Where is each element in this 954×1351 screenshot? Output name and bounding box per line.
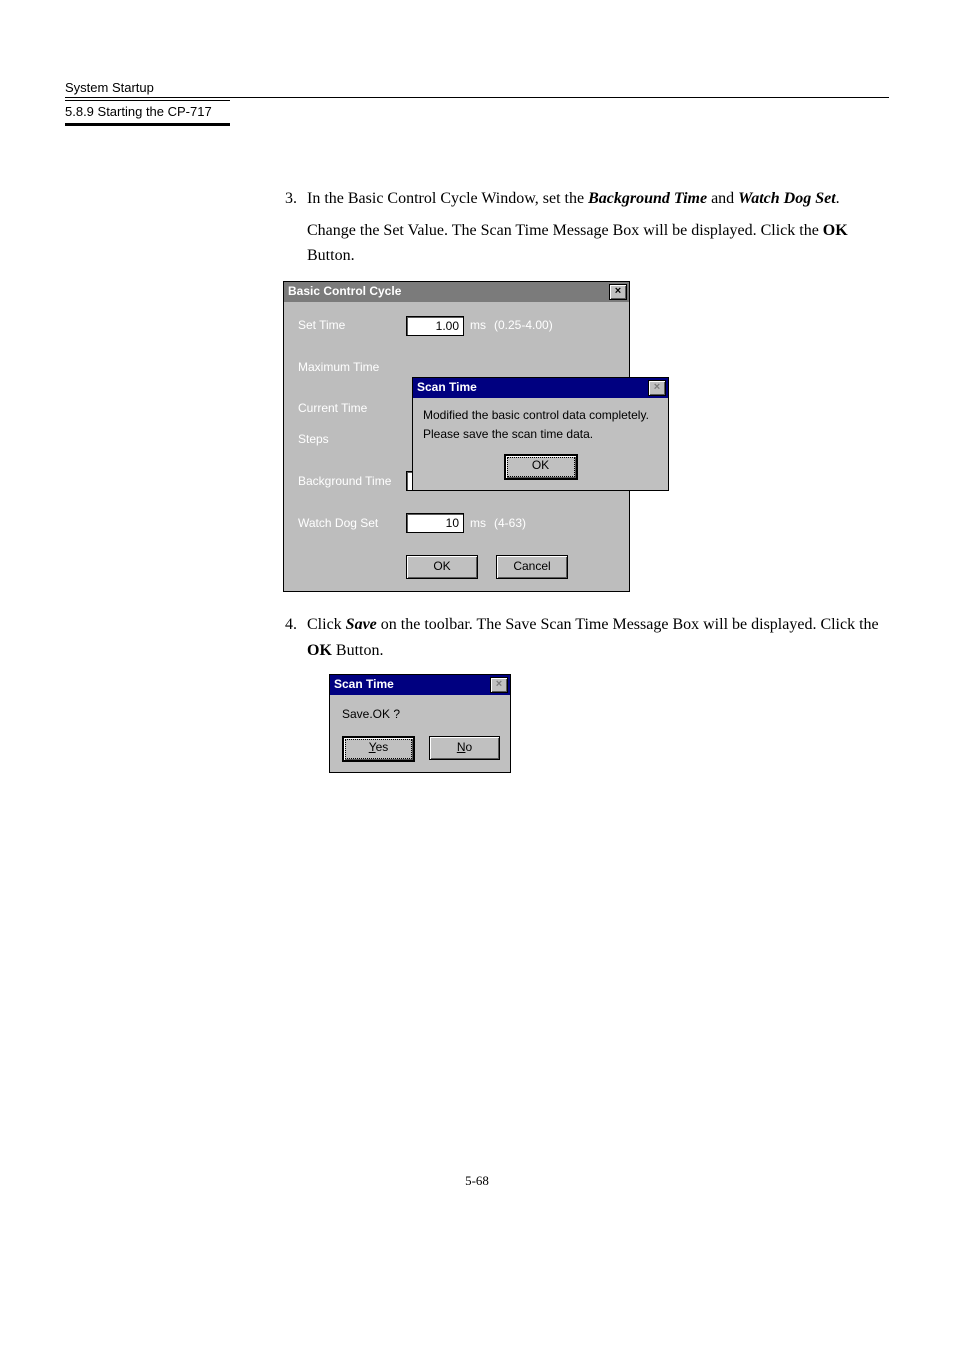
msg1-body: Modified the basic control data complete… [413,398,668,490]
unit-set-time: ms [470,316,486,335]
ok-button[interactable]: OK [504,454,578,480]
page: System Startup 5.8.9 Starting the CP-717… [0,0,954,1229]
close-icon[interactable]: × [490,677,508,693]
range-wd-set: (4-63) [494,514,526,533]
msg1-text1: Modified the basic control data complete… [423,406,658,425]
step-4-number: 4. [285,612,307,772]
no-button[interactable]: No [429,736,500,760]
step-4-body: Click Save on the toolbar. The Save Scan… [307,612,885,772]
label-bg-time: Background Time [298,472,406,491]
row-set-time: Set Time 1.00 ms (0.25-4.00) [298,316,617,336]
ok-button[interactable]: OK [406,555,478,579]
msg1-titlebar[interactable]: Scan Time × [413,378,668,398]
dlg2-body: Save.OK ? Yes No [330,695,510,772]
content: 3. In the Basic Control Cycle Window, se… [285,186,885,773]
close-icon[interactable]: × [648,380,666,396]
input-set-time[interactable]: 1.00 [406,316,464,336]
header-section: 5.8.9 Starting the CP-717 [65,100,230,126]
dlg2-text: Save.OK ? [342,705,500,724]
msg1-text2: Please save the scan time data. [423,425,658,444]
header-rule: 5.8.9 Starting the CP-717 [65,97,889,126]
dlg2-title: Scan Time [334,675,394,694]
dlg2-titlebar[interactable]: Scan Time × [330,675,510,695]
label-steps: Steps [298,430,406,449]
cancel-button[interactable]: Cancel [496,555,568,579]
label-set-time: Set Time [298,316,406,335]
input-wd-set[interactable]: 10 [406,513,464,533]
label-wd-set: Watch Dog Set [298,514,406,533]
yes-button[interactable]: Yes [342,736,415,762]
step-3-number: 3. [285,186,307,269]
step-3-body: In the Basic Control Cycle Window, set t… [307,186,885,269]
dlg2-button-row: Yes No [342,736,500,762]
label-current-time: Current Time [298,399,406,418]
dlg1-titlebar[interactable]: Basic Control Cycle × [284,282,629,302]
save-scan-time-dialog: Scan Time × Save.OK ? Yes No [329,674,511,773]
step-3-text: In the Basic Control Cycle Window, set t… [307,190,840,207]
header-chapter: System Startup [65,80,889,95]
step-4-text: Click Save on the toolbar. The Save Scan… [307,616,879,659]
range-set-time: (0.25-4.00) [494,316,553,335]
label-max-time: Maximum Time [298,358,406,377]
row-wd-set: Watch Dog Set 10 ms (4-63) [298,513,617,533]
dlg1-title: Basic Control Cycle [288,282,401,301]
row-max-time: Maximum Time [298,358,617,377]
unit-wd-set: ms [470,514,486,533]
step-3: 3. In the Basic Control Cycle Window, se… [285,186,885,269]
basic-control-cycle-dialog: Basic Control Cycle × Set Time 1.00 ms (… [283,281,630,593]
close-icon[interactable]: × [609,284,627,300]
msg1-title: Scan Time [417,378,477,397]
step-3-cont: Change the Set Value. The Scan Time Mess… [307,218,885,269]
page-number: 5-68 [65,1173,889,1189]
step-4: 4. Click Save on the toolbar. The Save S… [285,612,885,772]
scan-time-message: Scan Time × Modified the basic control d… [412,377,669,491]
dlg1-button-row: OK Cancel [406,555,617,579]
